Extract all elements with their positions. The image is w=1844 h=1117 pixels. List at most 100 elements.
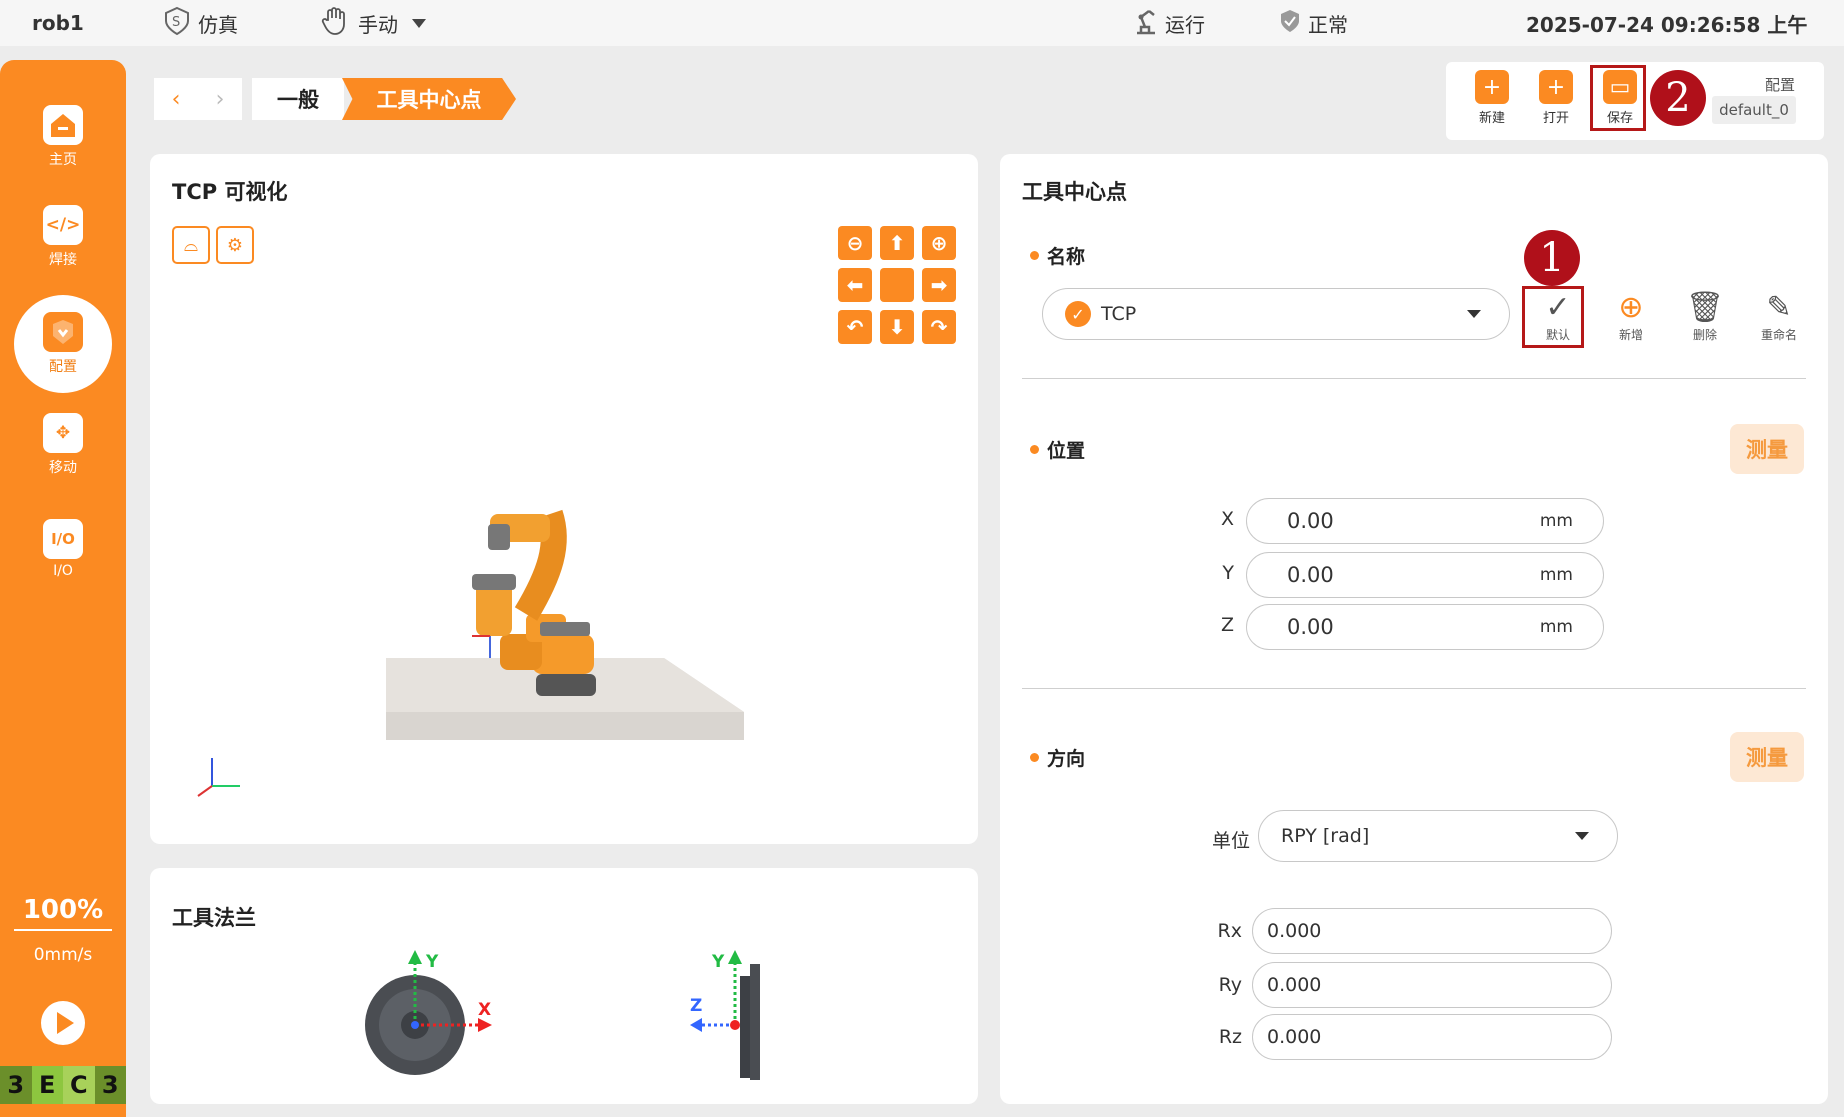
breadcrumb-general[interactable]: 一般 bbox=[252, 78, 344, 120]
sidebar-item-io[interactable]: I/O I/O bbox=[0, 504, 126, 594]
measure-position-button[interactable]: 测量 bbox=[1730, 424, 1804, 474]
z-value: 0.00 bbox=[1287, 615, 1334, 639]
status-badge: 3 E C 3 bbox=[0, 1066, 126, 1104]
new-label: 新建 bbox=[1478, 111, 1505, 126]
robot-name: rob1 bbox=[32, 11, 84, 35]
rz-field[interactable]: 0.000 bbox=[1252, 1014, 1612, 1060]
speed-value: 0mm/s bbox=[33, 945, 93, 965]
chevron-right-icon: › bbox=[215, 86, 225, 112]
divider bbox=[1022, 688, 1806, 689]
rz-value: 0.000 bbox=[1267, 1026, 1322, 1048]
orientation-section-text: 方向 bbox=[1047, 748, 1086, 770]
sidebar-item-home[interactable]: 主页 bbox=[0, 92, 126, 182]
bullet-dot bbox=[1030, 445, 1039, 454]
orientation-unit-select[interactable]: RPY [rad] bbox=[1258, 810, 1618, 862]
home-icon bbox=[43, 105, 83, 145]
robot-3d-viewport[interactable] bbox=[150, 154, 978, 844]
back-button[interactable]: ‹ bbox=[154, 78, 198, 120]
status-label: 正常 bbox=[1308, 12, 1348, 37]
chevron-down-icon bbox=[1467, 310, 1481, 318]
save-highlight bbox=[1590, 65, 1646, 131]
system-status: 正常 bbox=[1278, 0, 1348, 46]
default-highlight bbox=[1522, 286, 1584, 348]
step-marker-1: 1 bbox=[1524, 230, 1580, 286]
ry-label: Ry bbox=[1218, 974, 1242, 996]
mode-dropdown[interactable]: 手动 bbox=[320, 0, 426, 46]
trash-icon: 🗑 bbox=[1685, 290, 1725, 325]
ry-field[interactable]: 0.000 bbox=[1252, 962, 1612, 1008]
flange-axis-y-label: Y bbox=[426, 952, 439, 972]
new-button[interactable]: + 新建 bbox=[1464, 70, 1520, 130]
position-section-label: 位置 bbox=[1030, 436, 1085, 463]
sidebar-item-config[interactable]: 配置 bbox=[14, 295, 112, 393]
flange-axis-x-label: X bbox=[478, 1000, 492, 1020]
rename-label: 重命名 bbox=[1760, 328, 1797, 342]
tcp-name-select[interactable]: ✓ TCP bbox=[1042, 288, 1510, 340]
mode-label: 手动 bbox=[358, 12, 398, 37]
side-axis-y-label: Y bbox=[712, 952, 725, 972]
chevron-down-icon bbox=[1575, 832, 1589, 840]
simulation-label: 仿真 bbox=[198, 12, 238, 37]
delete-label: 删除 bbox=[1692, 328, 1717, 342]
tool-flange-panel: 工具法兰 Y X Y Z bbox=[150, 868, 978, 1104]
chevron-left-icon: ‹ bbox=[171, 86, 181, 112]
sidebar-item-label: 移动 bbox=[49, 460, 77, 476]
play-button[interactable] bbox=[41, 1001, 85, 1045]
new-file-icon: + bbox=[1475, 70, 1509, 104]
rx-field[interactable]: 0.000 bbox=[1252, 908, 1612, 954]
flange-diagram bbox=[365, 950, 760, 1080]
simulation-toggle[interactable]: S 仿真 bbox=[162, 0, 238, 46]
x-value: 0.00 bbox=[1287, 509, 1334, 533]
x-unit: mm bbox=[1539, 511, 1573, 531]
sidebar-item-label: 配置 bbox=[49, 359, 77, 375]
bullet-dot bbox=[1030, 251, 1039, 260]
play-icon bbox=[57, 1012, 74, 1034]
sidebar-item-move[interactable]: ✥ 移动 bbox=[0, 400, 126, 490]
rename-tcp-button[interactable]: ✎ 重命名 bbox=[1750, 290, 1808, 348]
delete-tcp-button[interactable]: 🗑 删除 bbox=[1676, 290, 1734, 348]
add-tcp-button[interactable]: ⊕ 新增 bbox=[1602, 290, 1660, 348]
svg-text:S: S bbox=[172, 15, 180, 30]
position-section-text: 位置 bbox=[1047, 440, 1086, 462]
top-bar: rob1 S 仿真 手动 运行 正常 2025-07-24 09:26:58 上… bbox=[0, 0, 1844, 46]
shield-icon bbox=[1278, 8, 1302, 39]
open-label: 打开 bbox=[1542, 111, 1569, 126]
open-button[interactable]: + 打开 bbox=[1528, 70, 1584, 130]
rename-icon: ✎ bbox=[1766, 290, 1792, 325]
badge-cell: E bbox=[31, 1066, 63, 1104]
chevron-down-icon bbox=[412, 18, 426, 28]
name-section-label: 名称 bbox=[1030, 242, 1085, 269]
run-status: 运行 bbox=[1133, 0, 1205, 46]
divider bbox=[1022, 378, 1806, 379]
rz-label: Rz bbox=[1218, 1026, 1242, 1048]
name-section-text: 名称 bbox=[1047, 246, 1086, 268]
y-field[interactable]: 0.00 mm bbox=[1246, 552, 1604, 598]
unit-label: 单位 bbox=[1211, 830, 1250, 852]
speed-percent[interactable]: 100% bbox=[14, 895, 112, 931]
step-marker-2: 2 bbox=[1650, 70, 1706, 126]
y-unit: mm bbox=[1539, 565, 1573, 585]
z-field[interactable]: 0.00 mm bbox=[1246, 604, 1604, 650]
speed-readout: 100% 0mm/s bbox=[0, 895, 126, 965]
sidebar-item-weld[interactable]: </> 焊接 bbox=[0, 192, 126, 282]
x-field[interactable]: 0.00 mm bbox=[1246, 498, 1604, 544]
config-label: 配置 bbox=[1765, 76, 1796, 94]
run-label: 运行 bbox=[1165, 12, 1205, 37]
z-label: Z bbox=[1220, 614, 1234, 636]
forward-button[interactable]: › bbox=[198, 78, 242, 120]
simulation-icon: S bbox=[162, 6, 192, 41]
config-value[interactable]: default_0 bbox=[1712, 96, 1796, 124]
rx-label: Rx bbox=[1217, 920, 1242, 942]
sidebar-item-label: 焊接 bbox=[49, 252, 77, 268]
x-label: X bbox=[1220, 508, 1234, 530]
new-label: 新增 bbox=[1618, 328, 1643, 342]
hand-icon bbox=[320, 6, 352, 41]
y-value: 0.00 bbox=[1287, 563, 1334, 587]
side-axis-z-label: Z bbox=[690, 996, 703, 1016]
tcp-settings-panel: 工具中心点 名称 ✓ TCP ✓ 默认 1 ⊕ 新增 🗑 删除 ✎ 重命名 位置… bbox=[1000, 154, 1828, 1104]
measure-orientation-button[interactable]: 测量 bbox=[1730, 732, 1804, 782]
tcp-title: 工具中心点 bbox=[1022, 180, 1127, 204]
bullet-dot bbox=[1030, 753, 1039, 762]
rx-value: 0.000 bbox=[1267, 920, 1322, 942]
tcp-selected-value: TCP bbox=[1101, 303, 1137, 325]
